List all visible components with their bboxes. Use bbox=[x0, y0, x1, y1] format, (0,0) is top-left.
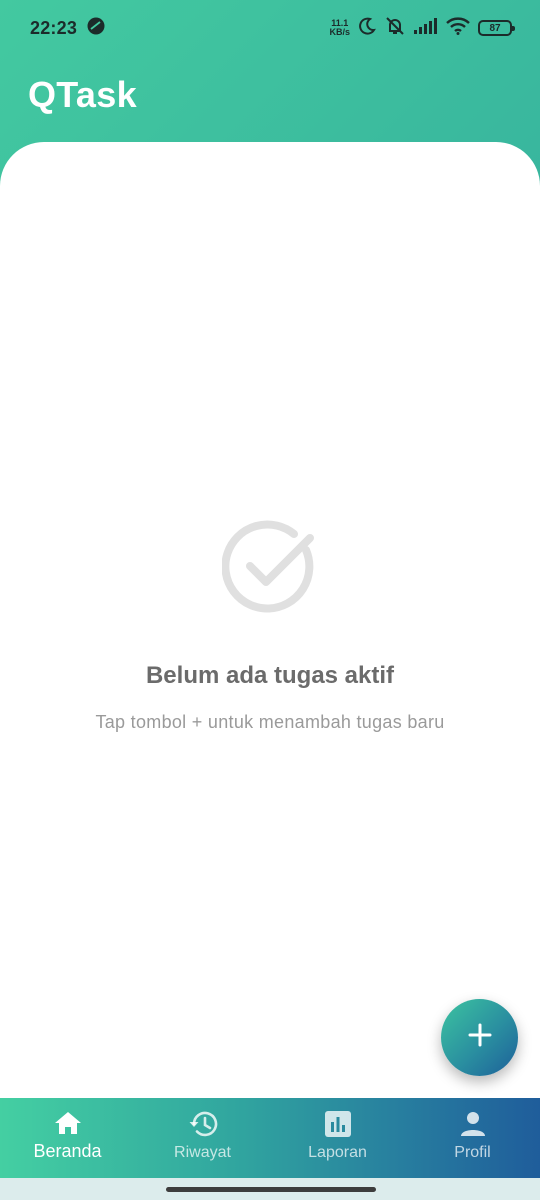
silent-bell-icon bbox=[384, 16, 406, 41]
nav-item-laporan[interactable]: Laporan bbox=[270, 1098, 405, 1178]
status-time: 22:23 bbox=[30, 17, 78, 38]
app-screen: 22:23 11.1 KB/s 87 QTask Belum ada tugas… bbox=[0, 0, 540, 1200]
notification-app-icon bbox=[87, 17, 105, 40]
status-right: 11.1 KB/s 87 bbox=[329, 16, 515, 41]
nav-label-profil: Profil bbox=[454, 1144, 491, 1161]
add-task-button[interactable] bbox=[441, 999, 518, 1076]
wifi-icon bbox=[446, 16, 470, 40]
moon-icon bbox=[358, 17, 376, 40]
network-speed: 11.1 KB/s bbox=[329, 19, 350, 37]
status-left: 22:23 bbox=[30, 17, 105, 40]
app-title: QTask bbox=[28, 74, 137, 115]
gesture-handle[interactable] bbox=[166, 1187, 376, 1192]
nav-label-riwayat: Riwayat bbox=[174, 1144, 231, 1161]
empty-state: Belum ada tugas aktif Tap tombol + untuk… bbox=[0, 520, 540, 733]
main-content: Belum ada tugas aktif Tap tombol + untuk… bbox=[0, 142, 540, 1098]
check-circle-icon bbox=[0, 520, 540, 616]
plus-icon bbox=[467, 1022, 493, 1053]
nav-item-riwayat[interactable]: Riwayat bbox=[135, 1098, 270, 1178]
battery-icon: 87 bbox=[478, 20, 515, 36]
bottom-navigation: Beranda Riwayat Laporan Profil bbox=[0, 1098, 540, 1178]
battery-level: 87 bbox=[489, 22, 501, 34]
nav-item-profil[interactable]: Profil bbox=[405, 1098, 540, 1178]
gesture-area bbox=[0, 1178, 540, 1200]
signal-icon bbox=[414, 17, 438, 39]
home-icon bbox=[54, 1110, 82, 1136]
nav-label-beranda: Beranda bbox=[33, 1141, 102, 1161]
network-speed-unit: KB/s bbox=[329, 27, 350, 37]
nav-label-laporan: Laporan bbox=[308, 1144, 367, 1161]
nav-item-beranda[interactable]: Beranda bbox=[0, 1098, 135, 1178]
empty-state-title: Belum ada tugas aktif bbox=[145, 662, 395, 689]
empty-state-subtitle: Tap tombol + untuk menambah tugas baru bbox=[95, 712, 445, 732]
status-bar: 22:23 11.1 KB/s 87 bbox=[0, 0, 540, 56]
person-icon bbox=[459, 1110, 487, 1138]
report-icon bbox=[324, 1110, 352, 1138]
history-icon bbox=[188, 1110, 218, 1138]
